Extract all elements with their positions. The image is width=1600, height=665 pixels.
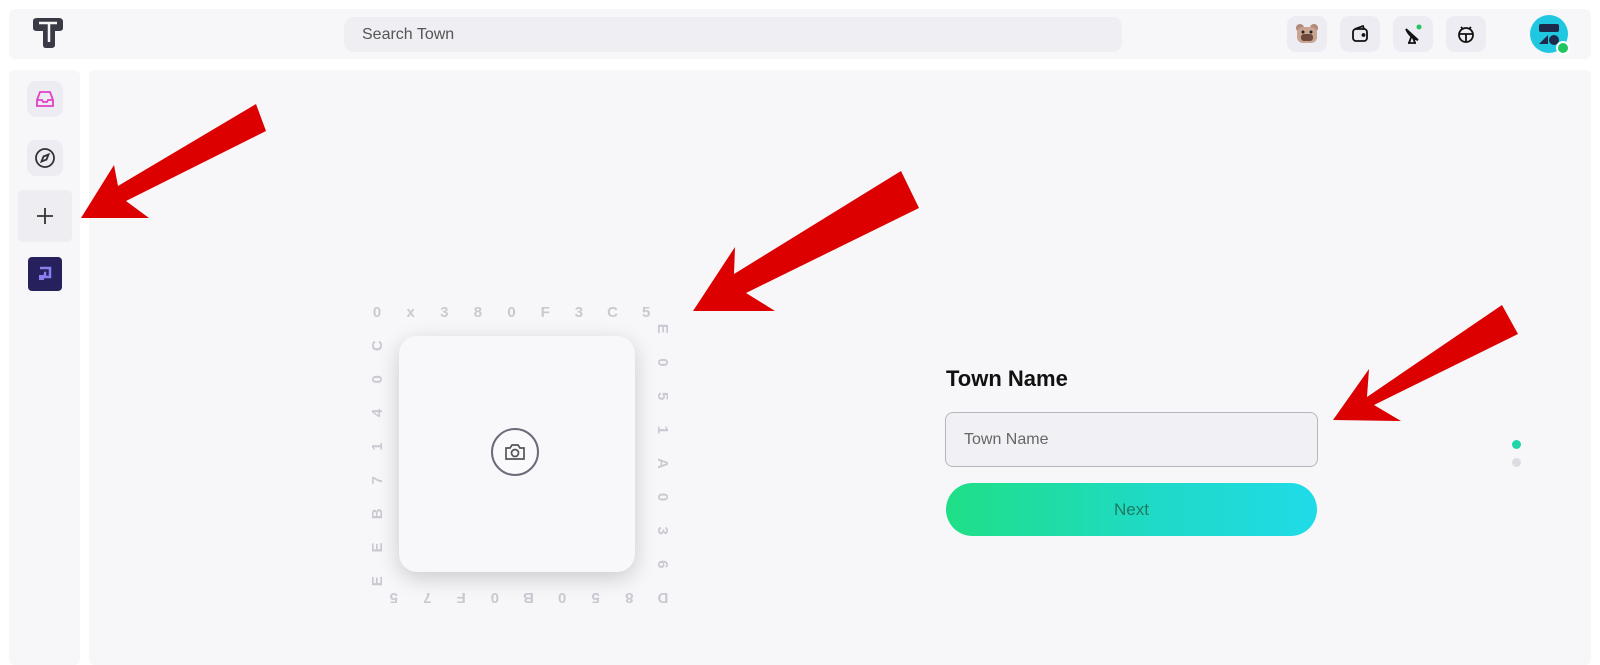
- add-town-button[interactable]: [18, 190, 72, 242]
- image-upload-card[interactable]: [399, 336, 635, 572]
- wallet-icon[interactable]: [1340, 16, 1380, 52]
- inbox-icon[interactable]: [27, 81, 63, 117]
- ring-char: 6: [654, 560, 671, 568]
- ring-char: E: [369, 543, 386, 553]
- next-button[interactable]: Next: [946, 483, 1317, 536]
- ring-char: A: [654, 458, 671, 469]
- ring-char: 4: [369, 408, 386, 417]
- ring-char: C: [369, 340, 386, 351]
- ring-char: E: [654, 324, 671, 334]
- online-status-dot: [1556, 41, 1570, 55]
- ring-char: 1: [369, 442, 386, 450]
- bug-icon[interactable]: [1446, 16, 1486, 52]
- ring-char: E: [369, 576, 386, 586]
- main-panel: [89, 70, 1591, 665]
- ring-char: B: [369, 508, 386, 519]
- ring-char: 5: [390, 589, 398, 606]
- satellite-icon[interactable]: [1393, 16, 1433, 52]
- plus-icon: [37, 208, 53, 224]
- town-icon[interactable]: [28, 257, 62, 291]
- ring-char: 3: [440, 304, 448, 321]
- ring-char: 0: [369, 375, 386, 383]
- ring-char: 5: [654, 392, 671, 400]
- top-bar: [9, 9, 1591, 59]
- ring-char: 1: [654, 426, 671, 434]
- ring-char: C: [607, 304, 618, 321]
- bear-avatar-icon[interactable]: [1287, 16, 1327, 52]
- ring-char: 3: [654, 527, 671, 535]
- sidebar: [9, 70, 80, 665]
- ring-char: 0: [654, 493, 671, 501]
- compass-icon[interactable]: [27, 140, 63, 176]
- ring-char: 5: [642, 304, 650, 321]
- ring-char: B: [523, 589, 534, 606]
- ring-char: F: [541, 304, 550, 321]
- ring-char: D: [657, 589, 668, 606]
- town-name-heading: Town Name: [946, 366, 1068, 391]
- search-input[interactable]: [344, 17, 1122, 52]
- town-name-input[interactable]: [945, 412, 1318, 467]
- step-dot-inactive: [1512, 458, 1521, 467]
- ring-char: 8: [474, 304, 482, 321]
- ring-char: 5: [592, 589, 600, 606]
- step-dot-active: [1512, 440, 1521, 449]
- ring-char: 8: [625, 589, 633, 606]
- ring-char: x: [406, 304, 415, 321]
- ring-char: F: [457, 589, 466, 606]
- app-logo-icon[interactable]: [29, 15, 69, 51]
- ring-char: 0: [654, 358, 671, 366]
- ring-char: 7: [423, 589, 431, 606]
- ring-char: 3: [575, 304, 583, 321]
- camera-icon[interactable]: [491, 428, 539, 476]
- ring-char: 0: [507, 304, 515, 321]
- user-avatar[interactable]: [1530, 15, 1570, 55]
- ring-char: 7: [369, 476, 386, 484]
- ring-char: 0: [491, 589, 499, 606]
- ring-char: 0: [558, 589, 566, 606]
- ring-char: 0: [373, 304, 381, 321]
